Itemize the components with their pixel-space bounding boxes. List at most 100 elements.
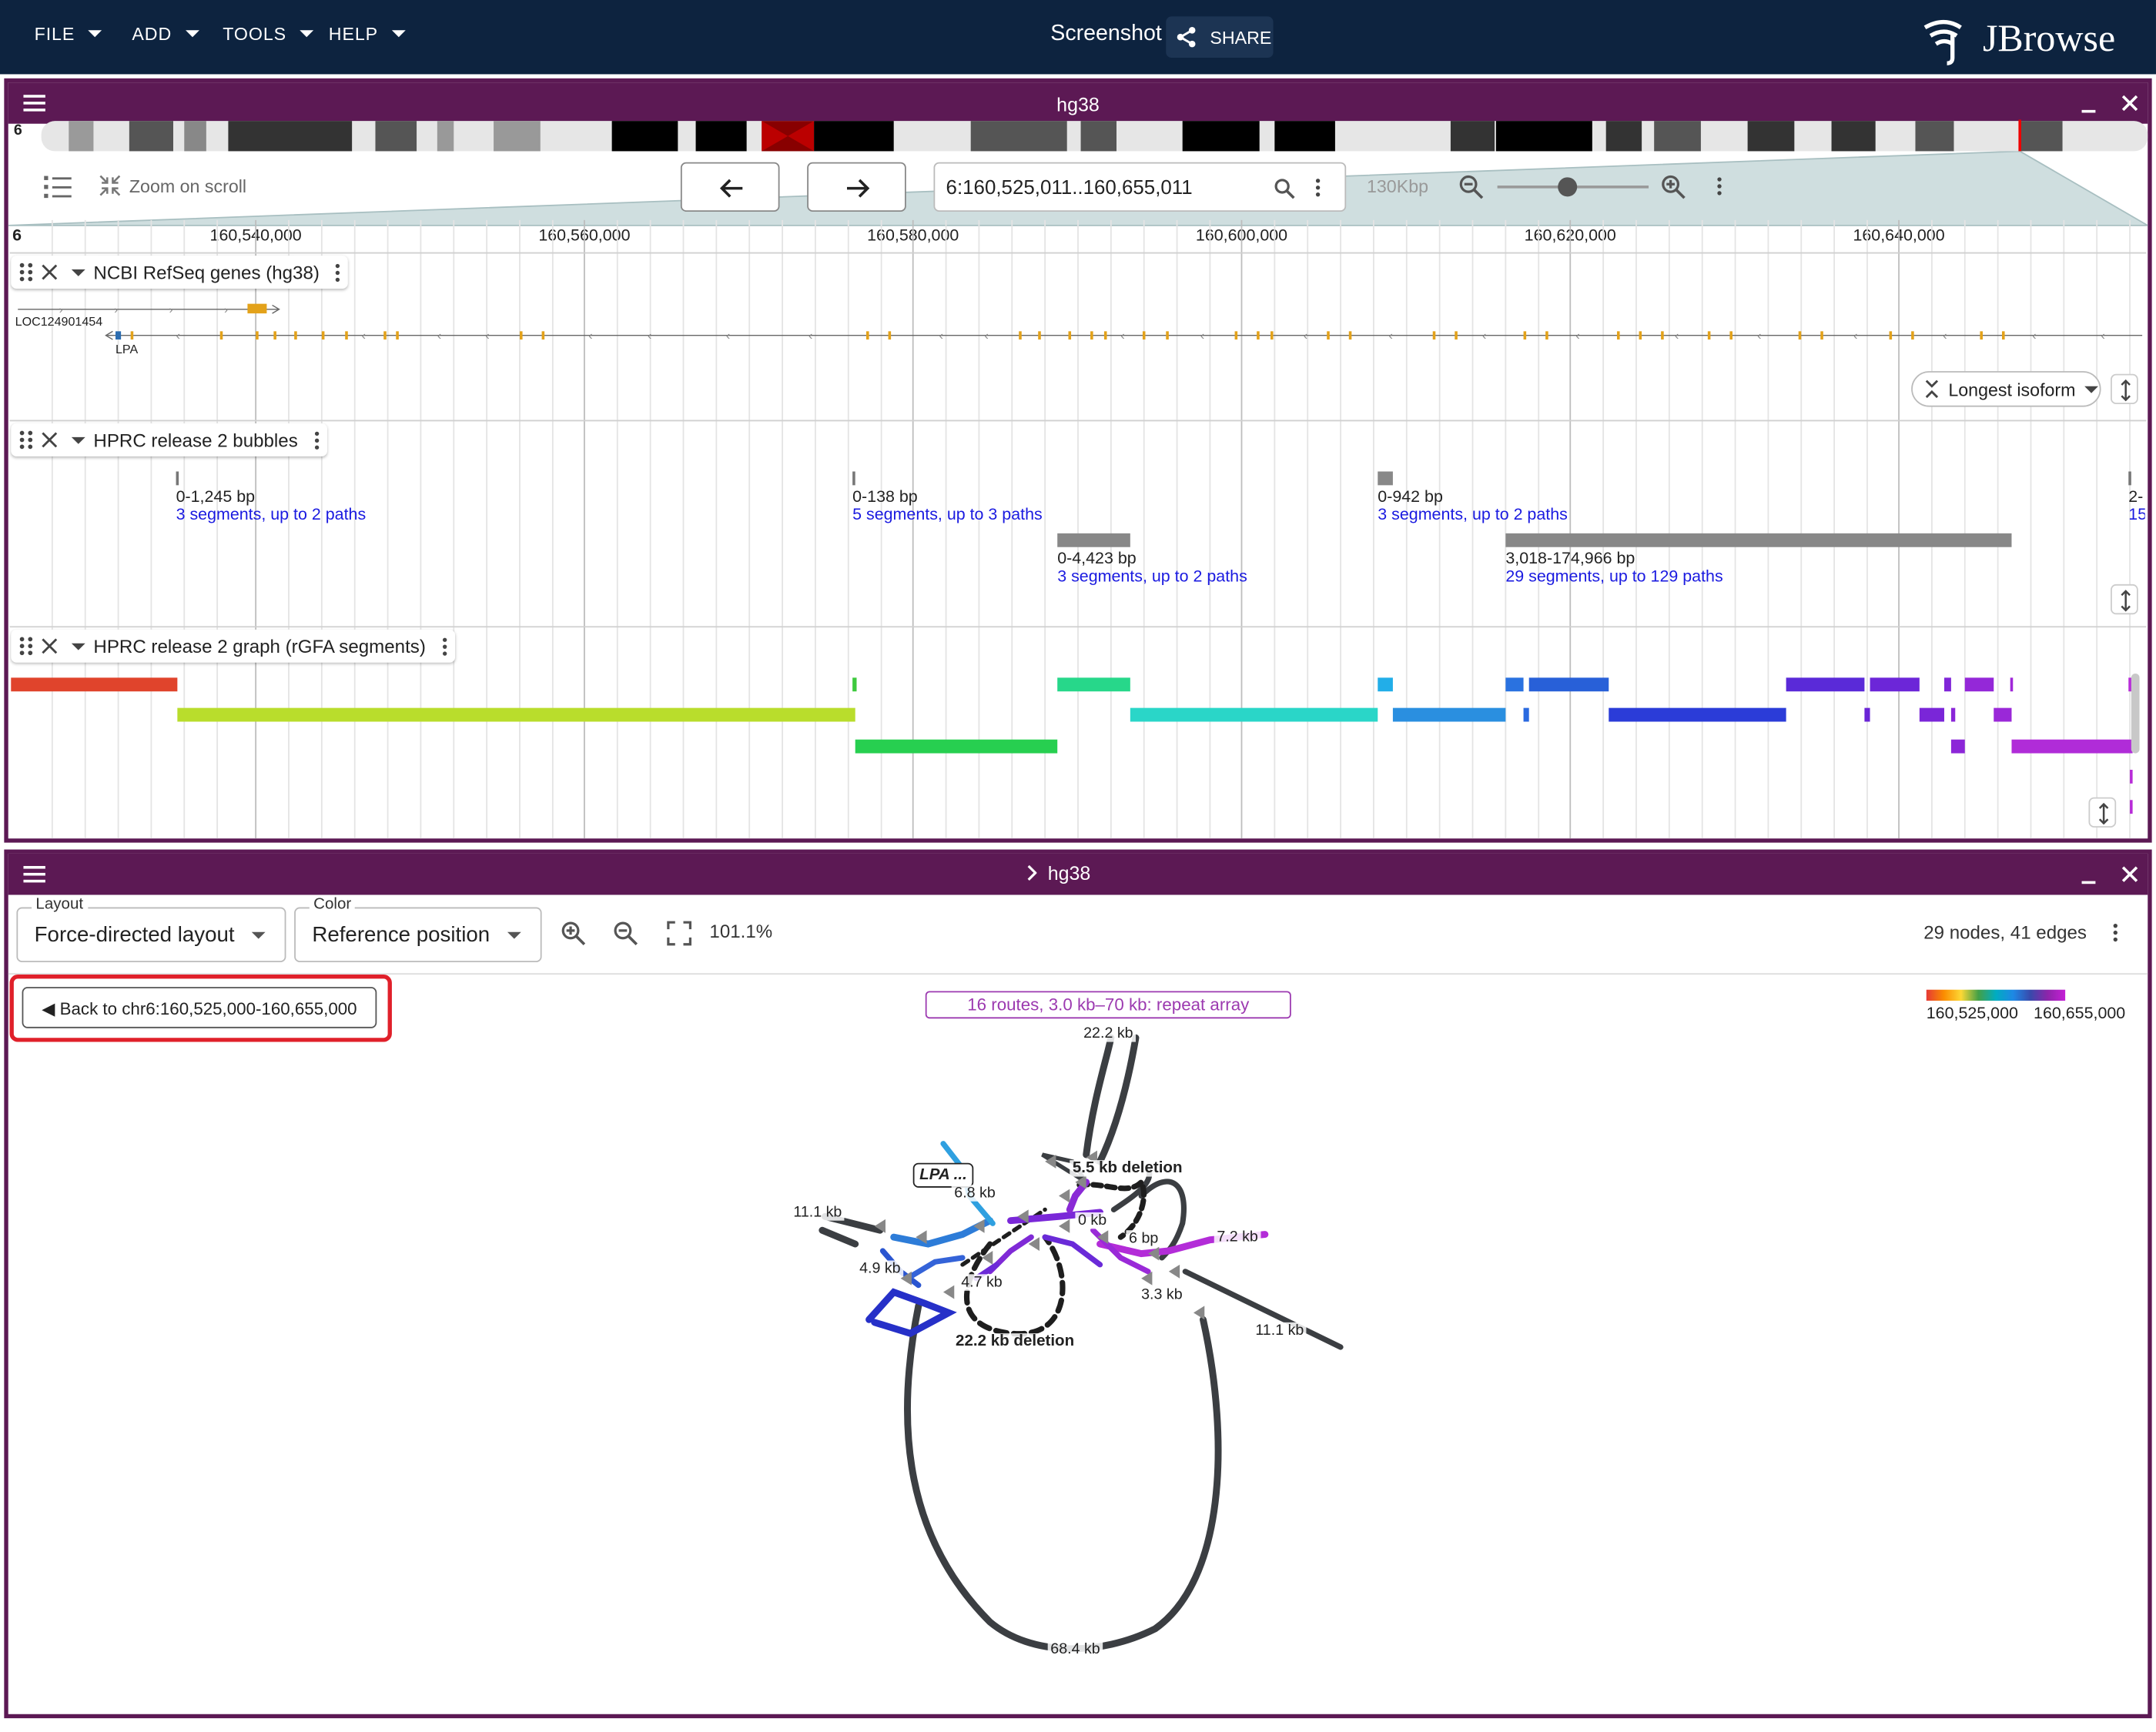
track-resize-handle[interactable] [2111,583,2138,615]
view-more-icon[interactable] [1717,177,1722,196]
graph-segment[interactable] [852,677,857,692]
close-icon[interactable] [2121,93,2140,112]
bubble-label: 0-1,245 bp 3 segments, up to 2 paths [176,487,367,524]
graph-segment[interactable] [1864,707,1870,722]
graph-segment[interactable] [1057,677,1130,692]
chevron-down-icon[interactable] [71,436,85,443]
help-menu[interactable]: HELP [329,23,406,44]
zoom-on-scroll-toggle[interactable]: Zoom on scroll [99,175,246,197]
share-button[interactable]: SHARE [1166,16,1274,58]
gene-annotation-label[interactable]: LPA ... [912,1162,974,1188]
drag-handle-icon[interactable] [19,430,33,450]
graph-segment[interactable] [1378,677,1393,692]
zoom-in-icon[interactable] [561,921,586,946]
track-menu-icon[interactable] [442,637,447,655]
bubble-desc: 3 segments, up to 2 paths [176,504,367,524]
track-list-icon[interactable] [44,175,72,199]
graph-segment[interactable] [1505,677,1524,692]
minimize-icon[interactable] [2079,95,2098,114]
graph-segment[interactable] [1523,707,1529,722]
graph-segment[interactable] [1919,707,1944,722]
close-track-icon[interactable] [42,432,58,448]
drag-handle-icon[interactable] [19,262,33,282]
gene-label: LPA [115,342,139,356]
graph-segment[interactable] [1870,677,1920,692]
graph-segment[interactable] [11,677,178,692]
route-banner[interactable]: 16 routes, 3.0 kb–70 kb: repeat array [925,991,1291,1019]
help-menu-label: HELP [328,23,379,45]
graph-segment[interactable] [1950,707,1956,722]
bubble-feature[interactable] [2128,471,2131,486]
file-menu[interactable]: FILE [35,23,102,44]
graph-segment[interactable] [177,707,855,722]
bubble-size: 3,018-174,966 bp [1505,548,1635,568]
drag-handle-icon[interactable] [19,637,33,656]
graph-segment[interactable] [1943,677,1951,692]
session-title[interactable]: Screenshot [1050,22,1162,47]
gene-label: LOC124901454 [15,314,103,329]
close-track-icon[interactable] [42,264,58,280]
pan-right-button[interactable] [807,162,906,212]
graph-segment[interactable] [1964,677,1994,692]
chevron-down-icon[interactable] [71,642,85,650]
graph-segment[interactable] [2010,677,2014,692]
tools-menu[interactable]: TOOLS [223,23,314,44]
graph-segment[interactable] [1130,707,1378,722]
graph-segment[interactable] [1609,707,1786,722]
bubble-feature[interactable] [1505,533,2012,547]
zoom-out-icon[interactable] [613,921,638,946]
close-track-icon[interactable] [42,638,58,654]
bubble-feature[interactable] [852,471,855,486]
pan-left-button[interactable] [680,162,780,212]
fit-screen-icon[interactable] [667,921,692,946]
graph-label: 0 kb [1075,1212,1110,1229]
graph-segment[interactable] [1528,677,1609,692]
locstring-input[interactable]: 6:160,525,011..160,655,011 [933,162,1347,212]
graph-segment[interactable] [2130,769,2133,784]
view-title-group[interactable]: hg38 [1026,862,1090,884]
chevron-down-icon[interactable] [71,269,85,276]
bubble-feature[interactable] [1378,471,1393,486]
zoom-in-icon[interactable] [1661,175,1686,199]
graph-label: 11.1 kb [790,1204,845,1221]
bubble-size: 0-138 bp [852,486,918,507]
svg-text:‹: ‹ [362,329,366,343]
ideogram-chrom-label: 6 [13,122,22,139]
layout-select[interactable]: Layout Force-directed layout [16,896,286,962]
close-icon[interactable] [2121,864,2140,884]
chevron-down-icon [2084,385,2098,393]
track-menu-icon[interactable] [336,262,340,282]
track-resize-handle[interactable] [2111,373,2138,404]
track-name: HPRC release 2 graph (rGFA segments) [93,635,426,657]
graph-segment[interactable] [2130,800,2133,814]
graph-segment[interactable] [2011,739,2133,754]
graph-segment[interactable] [855,739,1058,754]
bubble-desc: 3 segments, up to 2 paths [1378,504,1568,524]
svg-text:‹: ‹ [1482,329,1486,343]
color-select[interactable]: Color Reference position [294,896,542,962]
graph-label: 5.5 kb deletion [1070,1160,1186,1177]
zoom-slider-thumb[interactable] [1558,177,1578,197]
minimize-icon[interactable] [2079,866,2098,885]
track-menu-icon[interactable] [314,430,319,450]
back-to-region-button[interactable]: ◀ Back to chr6:160,525,000-160,655,000 [22,987,377,1028]
track-scrollbar[interactable] [2131,673,2140,754]
locstring-value: 6:160,525,011..160,655,011 [946,177,1193,199]
zoom-out-icon[interactable] [1459,175,1484,199]
gene-features[interactable]: › › › › ‹ ‹ ‹ ‹ ‹ ‹ ‹ ‹ ‹ ‹ ‹ ‹ ‹ ‹ ‹ ‹ ‹ ‹ ‹ ‹ ‹ ‹ [11,296,2144,350]
isoform-select[interactable]: Longest isoform [1911,371,2101,407]
graph-segment[interactable] [1786,677,1865,692]
graph-segment[interactable] [1950,739,1965,754]
locstring-more-icon[interactable] [1315,179,1321,197]
chromosome-ideogram[interactable] [41,119,2148,153]
bubble-feature[interactable] [1057,533,1130,547]
track-resize-handle[interactable] [2088,797,2117,828]
graph-label: 6.8 kb [951,1185,999,1202]
graph-segment[interactable] [1392,707,1506,722]
graph-segment[interactable] [1994,707,2012,722]
search-icon[interactable] [1274,177,1296,199]
bubble-feature[interactable] [176,471,179,486]
menu-icon[interactable] [23,864,45,884]
add-menu[interactable]: ADD [132,23,199,44]
graph-more-icon[interactable] [2113,923,2118,942]
